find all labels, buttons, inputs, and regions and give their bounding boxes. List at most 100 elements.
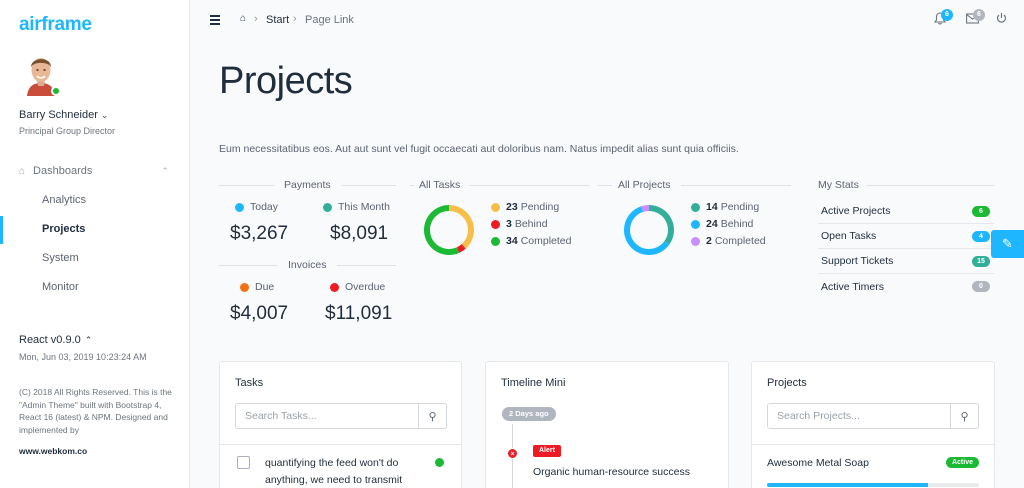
payments-today-value: $3,267 — [230, 223, 289, 244]
timeline-card: Timeline Mini 2 Days ago × Alert Organic… — [485, 361, 729, 488]
divider — [342, 185, 396, 186]
all-projects-donut — [624, 205, 674, 255]
today-dot — [235, 202, 244, 212]
divider — [219, 185, 274, 186]
stat-active-timers[interactable]: Active Timers 0 — [818, 274, 994, 299]
task-text: quantifying the feed won't do anything, … — [265, 457, 403, 486]
search-icon: ⚲ — [428, 410, 437, 423]
stat-open-tasks[interactable]: Open Tasks 4 — [818, 224, 994, 249]
divider — [598, 185, 612, 186]
page-title: Projects — [219, 60, 353, 102]
project-name[interactable]: Awesome Metal Soap — [767, 457, 869, 469]
status-badge: 6 — [972, 205, 990, 217]
search-icon: ⚲ — [960, 410, 969, 423]
author-link[interactable]: www.webkom.co — [19, 446, 87, 456]
brand-logo[interactable]: airframe — [19, 14, 92, 36]
divider — [410, 185, 414, 186]
copyright-text: (C) 2018 All Rights Reserved. This is th… — [19, 387, 172, 435]
version-label: React v0.9.0 — [19, 334, 81, 346]
search-input[interactable] — [768, 404, 950, 428]
user-role: Principal Group Director — [19, 126, 116, 136]
invoices-overdue-label: Overdue — [330, 281, 385, 293]
payments-month-value: $8,091 — [330, 223, 389, 244]
version-date: Mon, Jun 03, 2019 10:23:24 AM — [19, 352, 147, 362]
divider — [469, 185, 589, 186]
breadcrumb-separator-icon: › — [293, 13, 297, 25]
all-projects-completed: 2 Completed — [691, 235, 766, 247]
payments-month-label: This Month — [323, 201, 390, 213]
card-title: Tasks — [235, 377, 264, 389]
times-circle-icon: × — [507, 448, 518, 459]
timeline-date-badge: 2 Days ago — [502, 407, 556, 421]
tasks-slice-behind — [456, 244, 466, 253]
invoices-heading: Invoices — [288, 259, 327, 271]
month-dot — [323, 202, 332, 212]
due-dot — [240, 282, 249, 292]
progress-fill — [767, 483, 929, 487]
all-tasks-completed: 34 Completed — [491, 235, 571, 247]
sidebar: airframe Barry Schneider ⌄ Principal Grou… — [0, 0, 190, 488]
power-icon[interactable] — [996, 12, 1007, 27]
user-menu-toggle[interactable]: Barry Schneider ⌄ — [19, 109, 108, 121]
my-stats-heading: My Stats — [818, 179, 859, 191]
menu-toggle-icon[interactable] — [210, 15, 220, 25]
all-tasks-donut — [424, 205, 474, 255]
sidebar-item-monitor[interactable]: Monitor — [42, 281, 79, 293]
card-title: Timeline Mini — [501, 377, 566, 389]
invoices-due-value: $4,007 — [230, 303, 289, 324]
version-toggle[interactable]: React v0.9.0 ⌃ — [19, 334, 92, 346]
all-tasks-pending: 23 Pending — [491, 201, 559, 213]
breadcrumb-current: Page Link — [305, 14, 354, 26]
divider — [337, 265, 396, 266]
tasks-slice-pending — [448, 205, 474, 249]
status-badge: 4 — [972, 230, 990, 242]
sidebar-item-analytics[interactable]: Analytics — [42, 194, 86, 206]
chevron-up-icon: ⌃ — [161, 165, 169, 176]
task-checkbox[interactable] — [237, 456, 250, 469]
page-intro: Eum necessitatibus eos. Aut aut sunt vel… — [219, 143, 739, 155]
chevron-down-icon: ⌄ — [100, 110, 109, 120]
theme-customizer-button[interactable]: ✎ — [991, 230, 1024, 258]
online-status-dot — [51, 86, 61, 96]
search-input[interactable] — [236, 404, 418, 428]
search-button[interactable]: ⚲ — [950, 404, 978, 428]
divider — [867, 185, 994, 186]
breadcrumb-separator-icon: › — [254, 13, 258, 25]
payments-today-label: Today — [235, 201, 278, 213]
projects-slice-behind — [624, 206, 670, 255]
sidebar-scroll-fade — [0, 305, 189, 319]
stat-active-projects[interactable]: Active Projects 6 — [818, 199, 994, 224]
stat-support-tickets[interactable]: Support Tickets 15 — [818, 249, 994, 274]
sidebar-section-label: Dashboards — [33, 165, 93, 177]
timeline-entry-text[interactable]: Organic human-resource success — [533, 466, 690, 478]
breadcrumb-start[interactable]: Start — [266, 14, 289, 26]
tasks-search: ⚲ — [235, 403, 447, 429]
home-icon: ⌂ — [19, 165, 26, 177]
paint-brush-icon: ✎ — [1002, 236, 1013, 251]
tasks-slice-completed — [424, 205, 460, 255]
user-name: Barry Schneider — [19, 109, 98, 121]
invoices-overdue-value: $11,091 — [325, 303, 393, 324]
projects-slice-completed — [641, 205, 650, 212]
project-progress-bar — [767, 483, 979, 487]
projects-search: ⚲ — [767, 403, 979, 429]
divider — [219, 265, 277, 266]
search-button[interactable]: ⚲ — [418, 404, 446, 428]
breadcrumb-home-icon[interactable]: ⌂ — [240, 13, 246, 24]
divider — [752, 444, 994, 445]
sidebar-item-system[interactable]: System — [42, 252, 79, 264]
all-tasks-heading: All Tasks — [419, 179, 461, 191]
all-projects-behind: 24 Behind — [691, 218, 753, 230]
sidebar-section-dashboards[interactable]: ⌂ Dashboards ⌃ — [19, 165, 169, 177]
status-badge: 0 — [972, 281, 990, 292]
status-badge: Active — [945, 457, 979, 468]
all-tasks-behind: 3 Behind — [491, 218, 548, 230]
all-projects-pending: 14 Pending — [691, 201, 759, 213]
invoices-due-label: Due — [240, 281, 274, 293]
chevron-up-icon: ⌃ — [84, 335, 93, 345]
alert-badge: Alert — [533, 445, 561, 457]
sidebar-item-projects[interactable]: Projects — [42, 223, 85, 235]
status-badge: 15 — [972, 255, 990, 267]
overdue-dot — [330, 282, 339, 292]
tasks-card: Tasks ⚲ quantifying the feed won't do an… — [219, 361, 462, 488]
